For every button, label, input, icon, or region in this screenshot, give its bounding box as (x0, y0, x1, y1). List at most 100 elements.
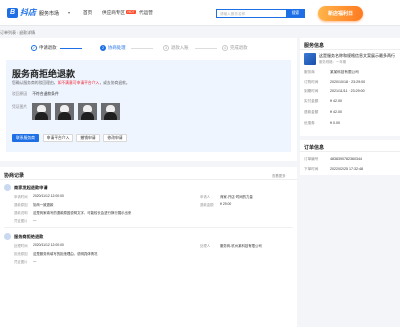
field-value: 协商一致退款 (33, 203, 54, 207)
card-title: 订单信息 (304, 145, 325, 151)
promo-banner[interactable]: 新店福利日 (318, 6, 363, 21)
reason-value: 不符合退款条件 (32, 92, 59, 96)
step-connector (60, 48, 82, 49)
field-value: 商家-开店·时间的力量 (220, 195, 253, 199)
search-button[interactable]: 搜索 (286, 9, 305, 18)
desc-text: ，或去协商退款。 (99, 81, 130, 85)
evidence-image[interactable] (101, 103, 120, 120)
avatar (4, 233, 11, 240)
field-value: 这是商家填写的退款原因说明文字，可能较长会进行换行展示出来 (33, 211, 132, 215)
field-value[interactable]: 4838390782360344 (330, 157, 362, 161)
step-connector (195, 48, 217, 49)
field-value: ¥ 29.00 (220, 202, 232, 206)
field-label: 凭证图片 (14, 260, 28, 264)
field-value: — (33, 218, 37, 222)
status-title: 服务商拒绝退款 (12, 69, 76, 79)
step-label: 协商处理 (108, 45, 126, 50)
hot-badge: HOT (125, 10, 137, 14)
field-value: 2020/10/18 · 23:29:00 (330, 80, 366, 84)
order-info-card: 订单信息 订单编号 4838390782360344 下单时间 2022/02/… (300, 140, 400, 175)
field-value: 某某科技有限公司 (330, 70, 359, 74)
step-number: 4 (222, 45, 228, 51)
logo-icon: B (7, 7, 18, 18)
field-label: 退款金额 (200, 203, 214, 207)
field-label: 下单时间 (304, 167, 319, 171)
nav-supplier-label: 供应商专区 (102, 10, 125, 15)
platform-intervene-button[interactable]: 申请平台介入 (43, 134, 73, 142)
chevron-down-icon[interactable]: ▾ (68, 10, 70, 15)
step-apply: ✓ 申请退款 (31, 45, 57, 51)
section-title: 协商记录 (4, 173, 25, 179)
status-panel: 服务商拒绝退款 您确认服务商的驳回理由，如不满意可申请平台介入，或去协商退款。 … (6, 60, 291, 152)
evidence-image[interactable] (78, 103, 97, 120)
field-value: 服务商-杭州某科技有限公司 (220, 244, 262, 248)
progress-steps: ✓ 申请退款 2 协商处理 3 退款入账 4 完成退款 (0, 43, 297, 53)
top-navigation: B 抖店 服务市场 ▾ 首页 供应商专区 HOT 代运营 请输入服务名称 搜索 新… (0, 0, 400, 26)
nav-agency[interactable]: 代运营 (139, 10, 153, 16)
field-value: ¥ 0.00 (330, 121, 340, 125)
search-input[interactable]: 请输入服务名称 (216, 9, 286, 18)
field-value: 这是服务商填写的拒绝理由，说明具体情况 (33, 252, 98, 256)
field-label: 实付金额 (304, 99, 319, 103)
modify-request-button[interactable]: 修改申请 (103, 134, 127, 142)
field-label: 申请时间 (14, 195, 28, 199)
negotiation-record: 协商记录 查看更多 商家发起退款申请 申请时间 2020/11/12 12:00… (0, 167, 297, 327)
service-spec: 服务规格：一年期 (319, 60, 347, 64)
field-label: 服务商 (304, 70, 315, 74)
service-thumbnail[interactable] (304, 53, 316, 65)
evidence-label: 凭证图片 (12, 105, 28, 109)
field-value: 2020/11/12 12:00:00 (33, 243, 64, 247)
field-value: — (33, 259, 37, 263)
step-negotiate: 2 协商处理 (100, 45, 126, 51)
nav-home[interactable]: 首页 (83, 10, 92, 16)
logo-text: 抖店 (20, 8, 36, 17)
step-complete: 4 完成退款 (222, 45, 248, 51)
field-value: ¥ 42.00 (330, 99, 342, 103)
field-label: 拒绝原因 (14, 252, 28, 256)
breadcrumb: 订单列表/退款详情 (0, 30, 36, 35)
step-number: 3 (163, 45, 169, 51)
cancel-request-button[interactable]: 撤销申请 (76, 134, 100, 142)
site-name[interactable]: 服务市场 (39, 10, 59, 17)
desc-text: 您确认服务商的驳回理由， (12, 81, 58, 85)
step-number: 2 (100, 45, 106, 51)
entry-title: 商家发起退款申请 (14, 185, 48, 190)
field-label: 退款金额 (304, 110, 319, 114)
field-label: 申请人 (200, 195, 211, 199)
entry-title: 服务商拒绝退款 (14, 234, 44, 239)
field-label: 退款说明 (14, 211, 28, 215)
view-more-link[interactable]: 查看更多 (272, 173, 286, 178)
step-connector (131, 48, 153, 49)
breadcrumb-orders[interactable]: 订单列表 (0, 30, 16, 35)
field-label: 处理人 (200, 244, 211, 248)
step-label: 退款入账 (171, 45, 189, 50)
evidence-image[interactable] (55, 103, 74, 120)
step-credit: 3 退款入账 (163, 45, 189, 51)
field-label: 凭证图片 (14, 219, 28, 223)
field-value: 2022/02/25 17:32:48 (330, 167, 363, 171)
evidence-image[interactable] (32, 103, 51, 120)
field-value: 2021/11/11 · 23:29:00 (330, 89, 365, 93)
field-value: 2020/11/12 12:00:00 (33, 194, 64, 198)
field-label: 处理时间 (14, 244, 28, 248)
avatar (4, 184, 11, 191)
field-value: ¥ 42.00 (330, 110, 342, 114)
breadcrumb-current: 退款详情 (19, 30, 36, 35)
card-title: 服务信息 (304, 43, 325, 49)
reason-label: 驳回原因 (12, 92, 28, 96)
service-info-card: 服务信息 这是服务名称和规格信息文案展示最多两行 服务规格：一年期 服务商 某某… (300, 38, 400, 136)
step-label: 申请退款 (39, 45, 57, 50)
field-label: 到期时间 (304, 89, 319, 93)
logo[interactable]: B 抖店 (7, 7, 36, 18)
check-icon: ✓ (31, 45, 37, 51)
field-label: 优惠券 (304, 121, 315, 125)
status-description: 您确认服务商的驳回理由，如不满意可申请平台介入，或去协商退款。 (12, 81, 130, 86)
field-label: 退款原因 (14, 203, 28, 207)
desc-highlight: 如不满意可申请平台介入 (57, 81, 100, 85)
field-label: 订购时间 (304, 80, 319, 84)
refund-detail-card: ✓ 申请退款 2 协商处理 3 退款入账 4 完成退款 服务商拒绝退款 您确认服务商的驳… (0, 38, 297, 161)
field-label: 订单编号 (304, 157, 319, 161)
nav-supplier[interactable]: 供应商专区 HOT (102, 10, 137, 16)
step-label: 完成退款 (230, 45, 248, 50)
contact-provider-button[interactable]: 联系服务商 (12, 134, 39, 142)
